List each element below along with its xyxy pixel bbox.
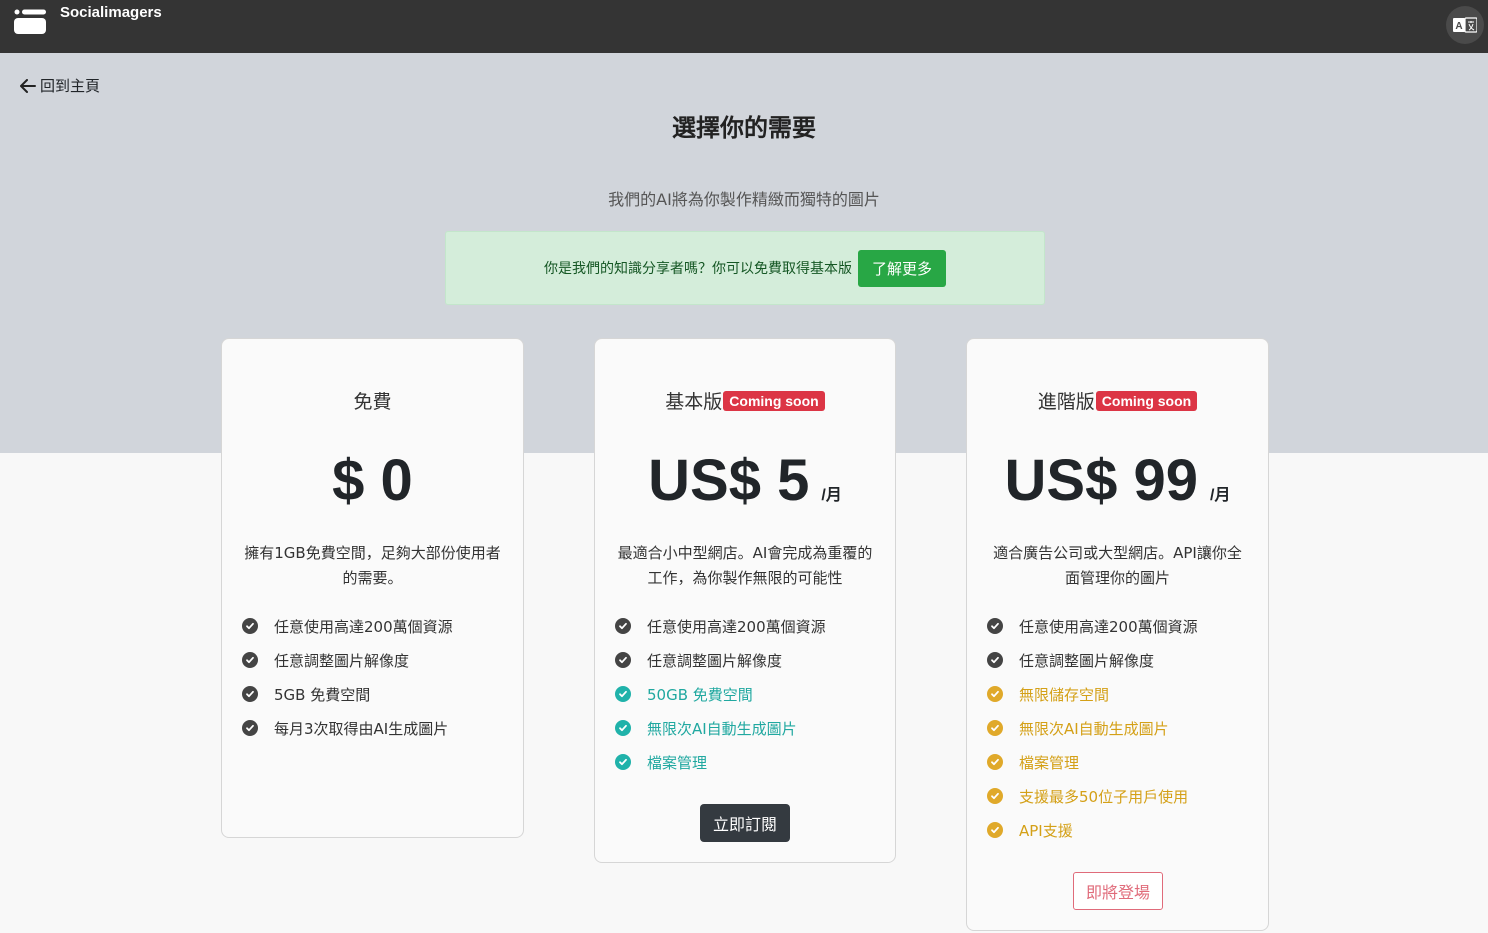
feature-label: 50GB 免費空間 — [647, 685, 753, 704]
feature-item: 任意調整圖片解像度 — [987, 643, 1198, 677]
translate-icon[interactable]: A — [1446, 6, 1484, 44]
feature-list: 任意使用高達200萬個資源 任意調整圖片解像度 50GB 免費空間無限次AI自動生成… — [615, 609, 826, 779]
plan-price: $ 0 — [222, 447, 523, 514]
feature-label: 每月3次取得由AI生成圖片 — [274, 719, 449, 738]
check-circle-icon — [615, 618, 631, 634]
feature-label: 任意使用高達200萬個資源 — [647, 617, 826, 636]
coming-soon-button: 即將登場 — [1073, 872, 1163, 910]
feature-item: 任意使用高達200萬個資源 — [242, 609, 453, 643]
feature-item: 檔案管理 — [987, 745, 1198, 779]
feature-item: 支援最多50位子用戶使用 — [987, 779, 1198, 813]
plan-name: 免費 — [353, 391, 392, 413]
feature-label: 檔案管理 — [1019, 753, 1080, 772]
feature-item: 任意使用高達200萬個資源 — [615, 609, 826, 643]
feature-item: API支援 — [987, 813, 1198, 847]
check-circle-icon — [987, 652, 1003, 668]
feature-label: 無限次AI自動生成圖片 — [647, 719, 797, 738]
feature-label: 任意調整圖片解像度 — [274, 651, 410, 670]
feature-list: 任意使用高達200萬個資源 任意調整圖片解像度 無限儲存空間無限次AI自動生成圖片檔… — [987, 609, 1198, 847]
price-amount: US$ 5 — [648, 448, 810, 513]
feature-label: 任意調整圖片解像度 — [1019, 651, 1155, 670]
plan-description: 擁有1GB免費空間，足夠大部份使用者的需要。 — [244, 544, 501, 587]
plan-description: 最適合小中型網店。AI會完成為重覆的工作，為你製作無限的可能性 — [617, 544, 873, 587]
feature-item: 任意調整圖片解像度 — [615, 643, 826, 677]
price-amount: US$ 99 — [1004, 448, 1198, 513]
check-circle-icon — [242, 652, 258, 668]
feature-item: 5GB 免費空間 — [242, 677, 453, 711]
plan-title: 基本版 Coming soon — [595, 387, 895, 414]
check-circle-icon — [987, 686, 1003, 702]
top-navbar: Socialimagers A — [0, 0, 1488, 53]
feature-label: 任意使用高達200萬個資源 — [274, 617, 453, 636]
brand-name[interactable]: Socialimagers — [60, 4, 162, 21]
check-circle-icon — [242, 686, 258, 702]
plan-card-advanced: 進階版 Coming soon US$ 99/月適合廣告公司或大型網店。API讓你全… — [966, 338, 1269, 931]
feature-item: 無限儲存空間 — [987, 677, 1198, 711]
check-circle-icon — [242, 618, 258, 634]
feature-label: 支援最多50位子用戶使用 — [1019, 787, 1189, 806]
feature-label: 任意使用高達200萬個資源 — [1019, 617, 1198, 636]
plan-card-basic: 基本版 Coming soon US$ 5/月最適合小中型網店。AI會完成為重覆的工… — [594, 338, 896, 863]
feature-item: 無限次AI自動生成圖片 — [987, 711, 1198, 745]
feature-item: 每月3次取得由AI生成圖片 — [242, 711, 453, 745]
feature-label: 檔案管理 — [647, 753, 708, 772]
feature-item: 任意使用高達200萬個資源 — [987, 609, 1198, 643]
logo-icon[interactable] — [14, 9, 46, 35]
back-link[interactable]: 回到主頁 — [20, 75, 100, 96]
check-circle-icon — [615, 754, 631, 770]
arrow-left-icon — [20, 78, 36, 93]
feature-item: 無限次AI自動生成圖片 — [615, 711, 826, 745]
plan-price: US$ 5/月 — [595, 447, 895, 514]
feature-label: 無限儲存空間 — [1019, 685, 1110, 704]
learn-more-button[interactable]: 了解更多 — [857, 249, 946, 287]
check-circle-icon — [615, 652, 631, 668]
feature-item: 任意調整圖片解像度 — [242, 643, 453, 677]
check-circle-icon — [242, 720, 258, 736]
plan-title: 進階版 Coming soon — [967, 387, 1268, 414]
check-circle-icon — [987, 822, 1003, 838]
plan-price: US$ 99/月 — [967, 447, 1268, 514]
price-period: /月 — [821, 487, 842, 504]
back-label: 回到主頁 — [40, 77, 101, 95]
check-circle-icon — [987, 788, 1003, 804]
feature-item: 50GB 免費空間 — [615, 677, 826, 711]
check-circle-icon — [987, 618, 1003, 634]
price-period: /月 — [1210, 487, 1231, 504]
plan-card-free: 免費 $ 0 擁有1GB免費空間，足夠大部份使用者的需要。任意使用高達200萬個資源… — [221, 338, 524, 838]
feature-item: 檔案管理 — [615, 745, 826, 779]
plan-title: 免費 — [222, 387, 523, 414]
coming-soon-badge: Coming soon — [1095, 390, 1198, 411]
plan-name: 進階版 — [1037, 391, 1095, 413]
coming-soon-badge: Coming soon — [723, 390, 825, 411]
check-circle-icon — [987, 754, 1003, 770]
page-subtitle: 我們的AI將為你製作精緻而獨特的圖片 — [608, 190, 880, 209]
sharer-notice: 你是我們的知識分享者嗎？你可以免費取得基本版 了解更多 — [445, 231, 1045, 305]
feature-label: 任意調整圖片解像度 — [647, 651, 783, 670]
feature-label: API支援 — [1019, 821, 1073, 840]
check-circle-icon — [987, 720, 1003, 736]
svg-text:A: A — [1455, 21, 1462, 32]
plan-description: 適合廣告公司或大型網店。API讓你全面管理你的圖片 — [993, 544, 1242, 587]
check-circle-icon — [615, 720, 631, 736]
feature-label: 5GB 免費空間 — [274, 685, 371, 704]
check-circle-icon — [615, 686, 631, 702]
page-title: 選擇你的需要 — [672, 114, 816, 142]
feature-list: 任意使用高達200萬個資源 任意調整圖片解像度 5GB 免費空間每月3次取得由AI生… — [242, 609, 453, 745]
notice-text: 你是我們的知識分享者嗎？你可以免費取得基本版 — [543, 261, 852, 277]
price-amount: $ 0 — [332, 448, 413, 513]
subscribe-button[interactable]: 立即訂閱 — [700, 804, 790, 842]
feature-label: 無限次AI自動生成圖片 — [1019, 719, 1169, 738]
plan-name: 基本版 — [665, 391, 723, 413]
